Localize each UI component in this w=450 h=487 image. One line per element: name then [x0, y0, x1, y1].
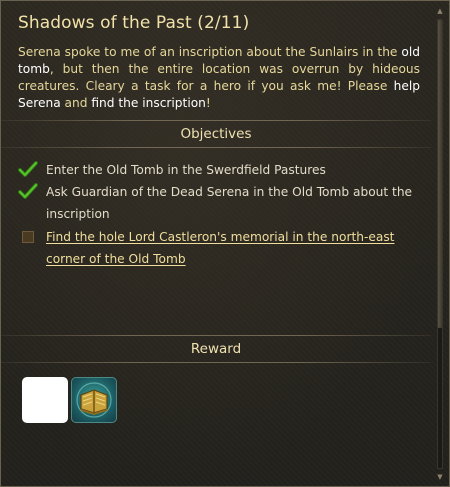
description-text: Serena spoke to me of an inscription abo…	[18, 45, 402, 59]
objective-item-active[interactable]: Find the hole Lord Castleron's memorial …	[18, 226, 422, 270]
objective-item: Ask Guardian of the Dead Serena in the O…	[18, 181, 422, 225]
description-text: and	[60, 96, 92, 110]
description-text: , but then the entire location was overr…	[18, 62, 420, 93]
objective-link[interactable]: Find the hole Lord Castleron's memorial …	[46, 226, 422, 270]
quest-panel: Shadows of the Past (2/11) Serena spoke …	[0, 0, 450, 487]
blank-slot-icon[interactable]	[22, 377, 68, 423]
objective-item: Enter the Old Tomb in the Swerdfield Pas…	[18, 159, 422, 181]
description-highlight-find-inscription: find the inscription	[91, 96, 206, 110]
scroll-down-arrow-icon[interactable]: ▼	[436, 473, 444, 481]
unchecked-box-icon	[22, 231, 34, 243]
checkmark-icon	[18, 183, 38, 201]
quest-title: Shadows of the Past (2/11)	[18, 13, 250, 33]
objective-text: Enter the Old Tomb in the Swerdfield Pas…	[46, 163, 326, 177]
scrollbar[interactable]: ▲ ▼	[435, 7, 445, 481]
objective-text: Ask Guardian of the Dead Serena in the O…	[46, 185, 413, 221]
description-text: !	[205, 96, 211, 110]
objectives-header: Objectives	[1, 120, 431, 148]
quest-description: Serena spoke to me of an inscription abo…	[18, 44, 420, 112]
spellbook-icon[interactable]	[71, 377, 117, 423]
reward-header: Reward	[1, 335, 431, 363]
scroll-track[interactable]	[437, 19, 443, 469]
checkmark-icon	[18, 161, 38, 179]
scroll-thumb[interactable]	[438, 20, 442, 328]
scroll-up-arrow-icon[interactable]: ▲	[436, 7, 444, 15]
